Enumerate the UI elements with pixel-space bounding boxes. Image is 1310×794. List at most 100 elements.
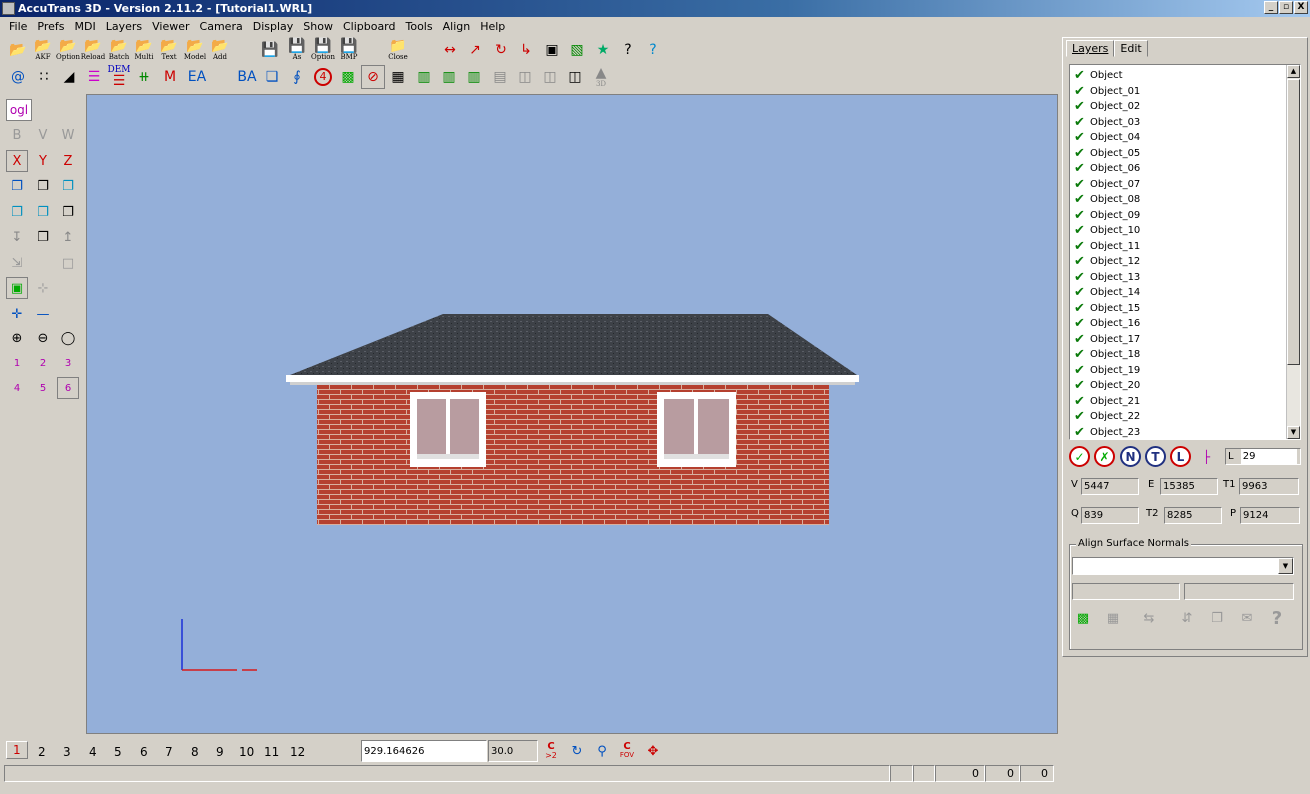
cube-view-3[interactable]: ❐	[57, 175, 79, 197]
layer-item[interactable]: ✔ Object_12	[1074, 254, 1300, 270]
check-icon[interactable]: ✔	[1074, 192, 1090, 207]
layer-item[interactable]: ✔ Object_22	[1074, 409, 1300, 425]
check-icon[interactable]: ✔	[1074, 161, 1090, 176]
at-button[interactable]: @	[6, 65, 30, 89]
save-as-button[interactable]: 💾 As	[285, 38, 309, 62]
view-tab-8[interactable]: 8	[191, 745, 199, 759]
no-symbol-button[interactable]: ⊘	[361, 65, 385, 89]
tab-layers[interactable]: Layers	[1066, 40, 1115, 57]
layer-l-button[interactable]: L	[1170, 446, 1191, 467]
open-akf-button[interactable]: 📂 AKF	[31, 38, 55, 62]
menu-show[interactable]: Show	[298, 20, 338, 33]
transform-tool-6[interactable]: ▧	[565, 38, 589, 62]
cube-view-5[interactable]: ❐	[32, 201, 54, 223]
app-icon[interactable]	[2, 2, 15, 15]
camera-rotate-button[interactable]: ↻	[566, 740, 588, 762]
texture-button[interactable]: ⧺	[132, 65, 156, 89]
row2-tool-9[interactable]: ▥	[462, 65, 486, 89]
check-icon[interactable]: ✔	[1074, 254, 1090, 269]
layer-item[interactable]: ✔ Object_05	[1074, 146, 1300, 162]
text-button[interactable]: 📂 Text	[157, 38, 181, 62]
view-tab-9[interactable]: 9	[216, 745, 224, 759]
menu-help[interactable]: Help	[475, 20, 510, 33]
check-icon[interactable]: ✔	[1074, 239, 1090, 254]
axis-x-button[interactable]: ✛	[6, 303, 28, 325]
view-tab-3[interactable]: 3	[63, 745, 71, 759]
camera-zoom-button[interactable]: ⚲	[591, 740, 613, 762]
check-icon[interactable]: ✔	[1074, 347, 1090, 362]
check-icon[interactable]: ✔	[1074, 316, 1090, 331]
menu-file[interactable]: File	[4, 20, 32, 33]
layer-item[interactable]: ✔ Object_10	[1074, 223, 1300, 239]
check-icon[interactable]: ✔	[1074, 68, 1090, 83]
save-button[interactable]: 💾	[258, 38, 282, 62]
camera-down-button[interactable]: ↧	[6, 226, 28, 248]
view-tab-5[interactable]: 5	[114, 745, 122, 759]
to-3d-button[interactable]: ▲ 3D	[589, 65, 613, 89]
layer-item[interactable]: ✔ Object_06	[1074, 161, 1300, 177]
layer-item[interactable]: ✔ Object_14	[1074, 285, 1300, 301]
layer-item[interactable]: ✔ Object	[1074, 68, 1300, 84]
chevron-down-icon[interactable]: ▼	[1278, 558, 1293, 574]
layers-colors-button[interactable]: ☰	[82, 65, 106, 89]
zoom-preset-3[interactable]: 3	[57, 352, 79, 374]
camera-distance-input[interactable]	[361, 740, 487, 762]
menu-align[interactable]: Align	[438, 20, 476, 33]
row2-tool-10[interactable]: ▤	[488, 65, 512, 89]
check-icon[interactable]: ✔	[1074, 115, 1090, 130]
check-icon[interactable]: ✔	[1074, 130, 1090, 145]
check-icon[interactable]: ✔	[1074, 270, 1090, 285]
check-icon[interactable]: ✔	[1074, 285, 1090, 300]
open-option-button[interactable]: 📂 Option	[56, 38, 80, 62]
scroll-up-button[interactable]: ▲	[1287, 65, 1300, 78]
frame-view-button[interactable]: □	[57, 252, 79, 274]
crop-button[interactable]: ⊹	[32, 277, 54, 299]
cube-view-2[interactable]: ❐	[32, 175, 54, 197]
layer-n-button[interactable]: N	[1120, 446, 1141, 467]
material-button[interactable]: M	[158, 65, 182, 89]
row2-tool-11[interactable]: ◫	[513, 65, 537, 89]
menu-layers[interactable]: Layers	[101, 20, 147, 33]
walk-tool[interactable]: ★	[591, 38, 615, 62]
uv-tool[interactable]: ↳	[514, 38, 538, 62]
diag-view-button[interactable]: ⇲	[6, 252, 28, 274]
layer-item[interactable]: ✔ Object_19	[1074, 363, 1300, 379]
rotate-x-button[interactable]: X	[6, 150, 28, 172]
check-icon[interactable]: ✔	[1074, 378, 1090, 393]
align-color-button[interactable]: ▩	[1072, 607, 1094, 629]
row2-tool-12[interactable]: ◫	[538, 65, 562, 89]
layer-item[interactable]: ✔ Object_17	[1074, 332, 1300, 348]
view-tab-11[interactable]: 11	[264, 745, 279, 759]
scroll-down-button[interactable]: ▼	[1287, 426, 1300, 439]
save-bmp-button[interactable]: 💾 BMP	[337, 38, 361, 62]
rotate-y-button[interactable]: Y	[32, 150, 54, 172]
zoom-preset-4[interactable]: 4	[6, 377, 28, 399]
layer-item[interactable]: ✔ Object_07	[1074, 177, 1300, 193]
row2-tool-6[interactable]: ▦	[386, 65, 410, 89]
menu-viewer[interactable]: Viewer	[147, 20, 194, 33]
model-button[interactable]: 📂 Model	[183, 38, 207, 62]
select-box-button[interactable]: ▣	[6, 277, 28, 299]
check-icon[interactable]: ✔	[1074, 208, 1090, 223]
check-icon[interactable]: ✔	[1074, 84, 1090, 99]
axis-z-button[interactable]: —	[32, 303, 54, 325]
view-tab-7[interactable]: 7	[165, 745, 173, 759]
menu-mdi[interactable]: MDI	[70, 20, 101, 33]
row2-tool-2[interactable]: ∮	[285, 65, 309, 89]
layer-item[interactable]: ✔ Object_04	[1074, 130, 1300, 146]
add-button[interactable]: 📂 Add	[208, 38, 232, 62]
ba-button[interactable]: BA	[234, 65, 260, 89]
align-tool-5[interactable]: ❐	[1206, 607, 1228, 629]
zoom-preset-6[interactable]: 6	[57, 377, 79, 399]
scroll-thumb[interactable]	[1287, 79, 1300, 365]
help-cursor-button[interactable]: ?	[616, 38, 640, 62]
check-icon[interactable]: ✔	[1074, 332, 1090, 347]
menu-display[interactable]: Display	[248, 20, 299, 33]
layer-item[interactable]: ✔ Object_18	[1074, 347, 1300, 363]
select-area-button[interactable]: ◢	[57, 65, 81, 89]
zoom-preset-1[interactable]: 1	[6, 352, 28, 374]
cube-view-4[interactable]: ❐	[6, 201, 28, 223]
batch-button[interactable]: 📂 Batch	[107, 38, 131, 62]
layer-item[interactable]: ✔ Object_02	[1074, 99, 1300, 115]
view-tab-1[interactable]: 1	[6, 741, 28, 759]
